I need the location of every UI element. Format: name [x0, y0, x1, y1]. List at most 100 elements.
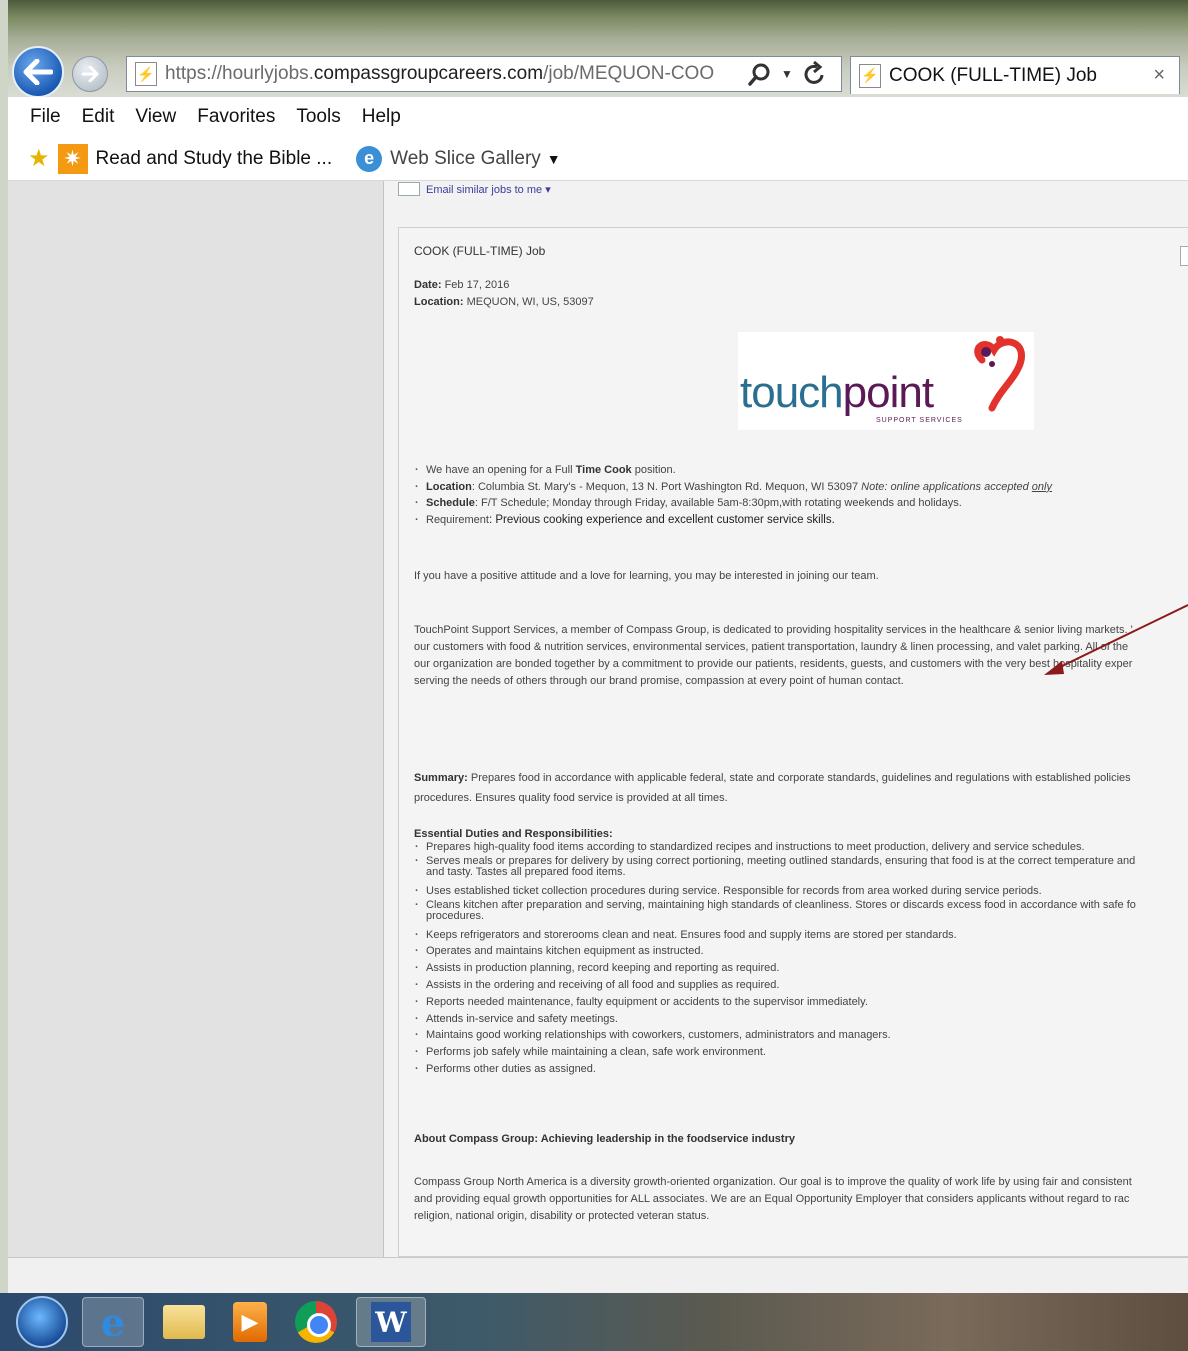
job-card: COOK (FULL-TIME) Job Date: Feb 17, 2016 …: [398, 227, 1188, 1257]
taskbar-file-explorer[interactable]: [158, 1297, 210, 1347]
opening-post: position.: [631, 464, 676, 476]
list-item: Requirement: Previous cooking experience…: [414, 512, 1052, 529]
menu-tools[interactable]: Tools: [296, 106, 340, 128]
back-button[interactable]: [12, 46, 64, 98]
summary-line: Summary: Prepares food in accordance wit…: [414, 768, 1131, 788]
location-value: MEQUON, WI, US, 53097: [466, 296, 594, 308]
list-item: Uses established ticket collection proce…: [414, 883, 1136, 900]
taskbar-chrome[interactable]: [290, 1297, 342, 1347]
list-item: Performs job safely while maintaining a …: [414, 1044, 1136, 1061]
job-title: COOK (FULL-TIME) Job: [414, 244, 546, 258]
intro-list: We have an opening for a Full Time Cook …: [414, 462, 1052, 528]
page-left-sidebar: [8, 181, 384, 1257]
forward-button[interactable]: [72, 56, 108, 92]
refresh-icon[interactable]: [803, 61, 827, 87]
list-item: Performs other duties as assigned.: [414, 1061, 1136, 1078]
touchpoint-paragraph: TouchPoint Support Services, a member of…: [414, 622, 1133, 690]
paragraph-line: our organization are bonded together by …: [414, 658, 1133, 670]
list-item: Schedule: F/T Schedule; Monday through F…: [414, 495, 1052, 512]
dropdown-icon[interactable]: ▼: [781, 67, 793, 81]
arrow-left-icon: [23, 59, 53, 85]
list-item: Prepares high-quality food items accordi…: [414, 839, 1136, 856]
intro-schedule-text: : F/T Schedule; Monday through Friday, a…: [474, 497, 962, 510]
internet-explorer-icon: e: [100, 1299, 126, 1345]
favorites-star-icon[interactable]: ★: [28, 144, 50, 173]
annotation-arrow: [1044, 604, 1188, 675]
mail-icon: [398, 182, 420, 196]
intro-location-only: only: [1031, 480, 1052, 493]
logo-part2: point: [842, 368, 934, 417]
job-date: Date: Feb 17, 2016: [414, 278, 509, 292]
favorite-bible-link[interactable]: Read and Study the Bible ...: [96, 148, 333, 170]
intro-schedule-label: Schedule: [426, 497, 475, 510]
menu-help[interactable]: Help: [362, 106, 401, 128]
positive-attitude-text: If you have a positive attitude and a lo…: [414, 570, 879, 582]
status-bar: [8, 1257, 1188, 1293]
summary-text: Prepares food in accordance with applica…: [467, 772, 1131, 784]
compass-paragraph: Compass Group North America is a diversi…: [414, 1174, 1132, 1225]
intro-location-label: Location: [426, 480, 472, 493]
folder-icon: [163, 1305, 205, 1339]
taskbar-internet-explorer[interactable]: e: [82, 1297, 144, 1347]
search-icon[interactable]: [747, 61, 773, 87]
logo-subtitle: SUPPORT SERVICES: [876, 417, 963, 424]
job-location: Location: MEQUON, WI, US, 53097: [414, 295, 594, 309]
list-item: We have an opening for a Full Time Cook …: [414, 462, 1052, 479]
intro-location-note: Note: online applications accepted: [861, 480, 1032, 493]
menu-favorites[interactable]: Favorites: [197, 106, 275, 128]
favorites-bar: ★ ✷ Read and Study the Bible ... e Web S…: [8, 137, 1188, 181]
summary-line: procedures. Ensures quality food service…: [414, 792, 728, 804]
email-similar-jobs-link[interactable]: Email similar jobs to me ▾: [426, 183, 551, 196]
paragraph-line: and providing equal growth opportunities…: [414, 1193, 1130, 1205]
list-item: Operates and maintains kitchen equipment…: [414, 943, 1136, 960]
logo-part1: touch: [740, 368, 844, 417]
list-item: Location: Columbia St. Mary's - Mequon, …: [414, 479, 1052, 496]
web-slice-gallery-link[interactable]: Web Slice Gallery: [390, 148, 541, 170]
opening-text: We have an opening for a Full: [426, 464, 576, 476]
media-player-icon: ▶: [233, 1302, 267, 1342]
duty-text: Cleans kitchen after preparation and ser…: [426, 898, 1136, 911]
taskbar-word[interactable]: W: [356, 1297, 426, 1347]
email-jobs-row[interactable]: Email similar jobs to me ▾: [398, 181, 551, 197]
word-icon: W: [371, 1302, 411, 1342]
summary-label: Summary:: [414, 772, 468, 784]
summary-paragraph: Summary: Prepares food in accordance wit…: [414, 768, 1131, 808]
start-button[interactable]: [16, 1296, 68, 1348]
card-control[interactable]: [1180, 246, 1188, 266]
about-compass-heading: About Compass Group: Achieving leadershi…: [414, 1133, 795, 1145]
page-content: Email similar jobs to me ▾ COOK (FULL-TI…: [384, 181, 1188, 1257]
ie-icon: e: [356, 145, 383, 172]
list-item: Maintains good working relationships wit…: [414, 1027, 1136, 1044]
logo-text: touchpoint: [740, 368, 934, 418]
list-item: Attends in-service and safety meetings.: [414, 1011, 1136, 1028]
list-item: Keeps refrigerators and storerooms clean…: [414, 927, 1136, 944]
menu-file[interactable]: File: [30, 106, 61, 128]
address-bar[interactable]: ⚡ https://hourlyjobs.compassgroupcareers…: [126, 56, 842, 92]
date-label: Date:: [414, 279, 442, 291]
touchpoint-logo: touchpoint SUPPORT SERVICES: [738, 332, 1034, 430]
arrow-right-icon: [81, 66, 99, 82]
heart-logo-icon: [974, 336, 1025, 412]
tab-title: COOK (FULL-TIME) Job: [889, 64, 1097, 86]
menu-bar: File Edit View Favorites Tools Help: [8, 97, 1188, 137]
paragraph-line: our customers with food & nutrition serv…: [414, 641, 1129, 653]
browser-tab[interactable]: ⚡ COOK (FULL-TIME) Job ×: [850, 56, 1180, 94]
opening-bold: Time Cook: [575, 464, 632, 476]
paragraph-line: serving the needs of others through our …: [414, 675, 904, 687]
list-item: Assists in production planning, record k…: [414, 960, 1136, 977]
date-value: Feb 17, 2016: [444, 279, 510, 291]
list-item: Assists in the ordering and receiving of…: [414, 977, 1136, 994]
menu-view[interactable]: View: [135, 106, 176, 128]
window-frame-left: [0, 0, 8, 1351]
chevron-down-icon[interactable]: ▼: [547, 151, 561, 167]
url-text[interactable]: https://hourlyjobs.compassgroupcareers.c…: [165, 63, 739, 85]
duty-text-cont: and tasty. Tastes all prepared food item…: [426, 865, 626, 878]
taskbar-media-player[interactable]: ▶: [224, 1297, 276, 1347]
page-icon: ⚡: [135, 62, 157, 86]
intro-requirement-text: : Previous cooking experience and excell…: [488, 513, 835, 526]
bible-site-icon: ✷: [57, 143, 88, 174]
menu-edit[interactable]: Edit: [82, 106, 115, 128]
list-item: Reports needed maintenance, faulty equip…: [414, 994, 1136, 1011]
close-tab-icon[interactable]: ×: [1153, 64, 1165, 87]
intro-requirement-label: Requirement: [426, 513, 489, 526]
